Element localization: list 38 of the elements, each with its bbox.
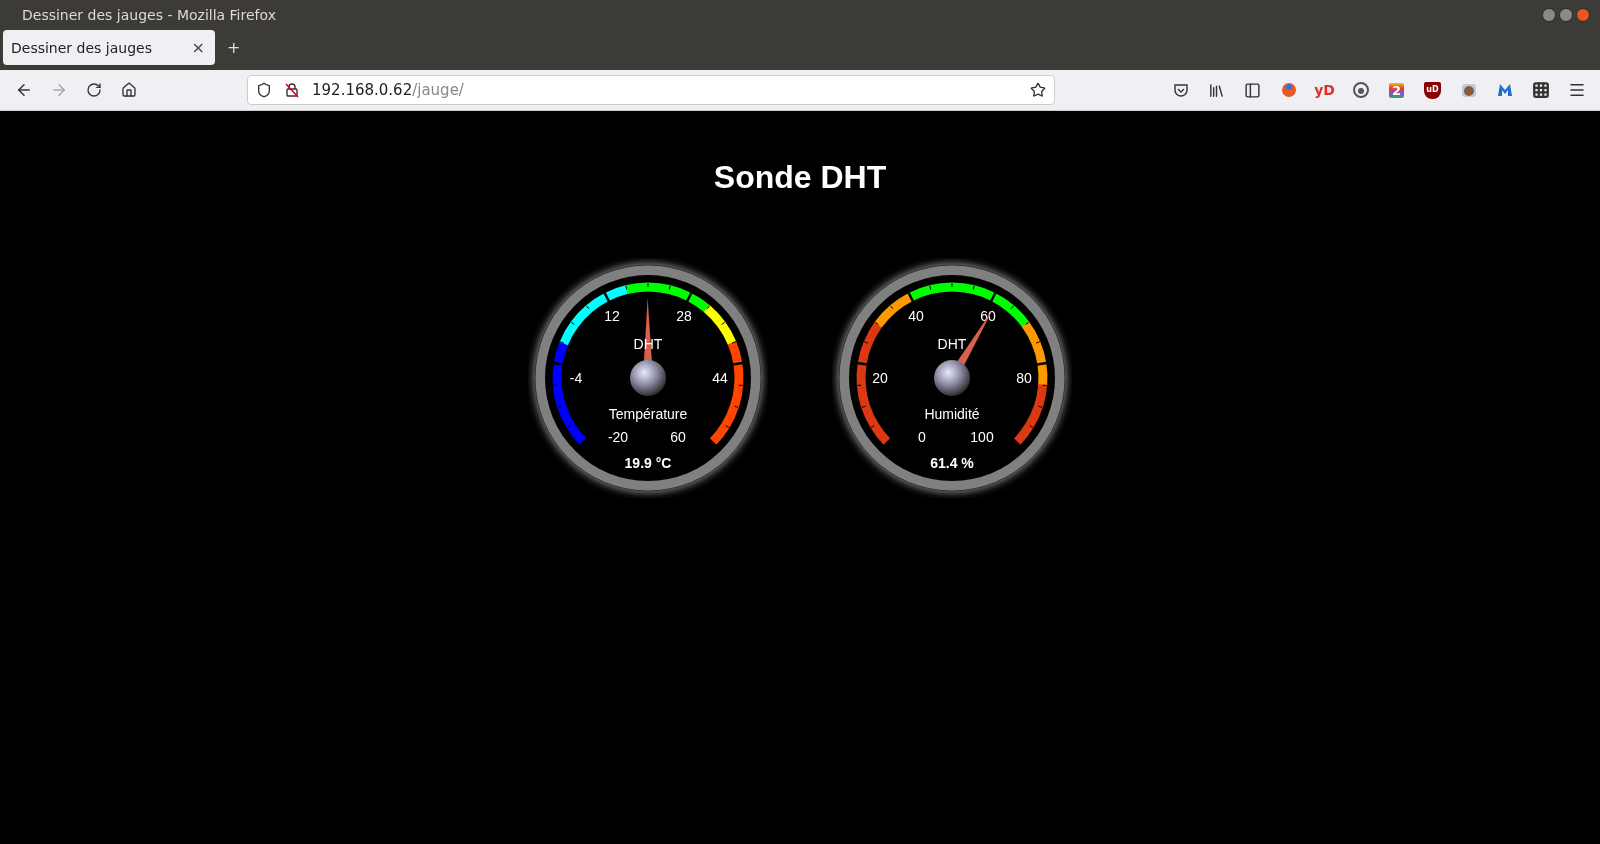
close-button[interactable]: [1576, 8, 1590, 22]
gauge-header: DHT: [937, 336, 967, 352]
extension-button[interactable]: 2: [1379, 75, 1414, 105]
scale-label: -20: [607, 429, 629, 445]
scale-label: 28: [676, 307, 692, 324]
needle-hub: [934, 360, 970, 396]
scale-label: 12: [604, 307, 620, 324]
scale-label: 60: [980, 307, 996, 324]
extension-button[interactable]: uD: [1415, 75, 1450, 105]
gauge-title: Température: [608, 406, 688, 422]
scale-label: 20: [872, 370, 888, 386]
scale-label: 40: [908, 307, 924, 324]
maximize-button[interactable]: [1559, 8, 1573, 22]
insecure-lock-icon[interactable]: [284, 82, 300, 98]
reload-icon[interactable]: [85, 82, 102, 98]
gauge-value: 61.4 %: [930, 455, 974, 471]
scale-label: -4: [569, 370, 583, 386]
url-text: 192.168.0.62/jauge/: [312, 81, 465, 99]
scale-label: 60: [670, 429, 686, 445]
page-title: Sonde DHT: [713, 159, 887, 196]
gauge-value: 19.9 °C: [624, 455, 672, 471]
browser-tab[interactable]: Dessiner des jauges ×: [3, 30, 215, 65]
home-icon[interactable]: [120, 82, 137, 98]
extension-button[interactable]: yD: [1307, 75, 1342, 105]
scale-label: 80: [1016, 370, 1032, 386]
bookmark-star-icon[interactable]: [1030, 82, 1046, 98]
new-tab-button[interactable]: +: [227, 30, 241, 65]
gauge-title: Humidité: [924, 406, 980, 422]
needle-hub: [630, 360, 666, 396]
window-title: Dessiner des jauges - Mozilla Firefox: [22, 7, 276, 23]
minimize-button[interactable]: [1542, 8, 1556, 22]
tab-close-button[interactable]: ×: [191, 38, 205, 57]
tab-title: Dessiner des jauges: [11, 39, 152, 56]
scale-label: 0: [918, 429, 926, 445]
shield-icon[interactable]: [256, 82, 272, 98]
scale-label: 44: [712, 370, 728, 386]
scale-label: 100: [970, 429, 994, 445]
address-bar[interactable]: 192.168.0.62/jauge/: [247, 75, 1055, 105]
